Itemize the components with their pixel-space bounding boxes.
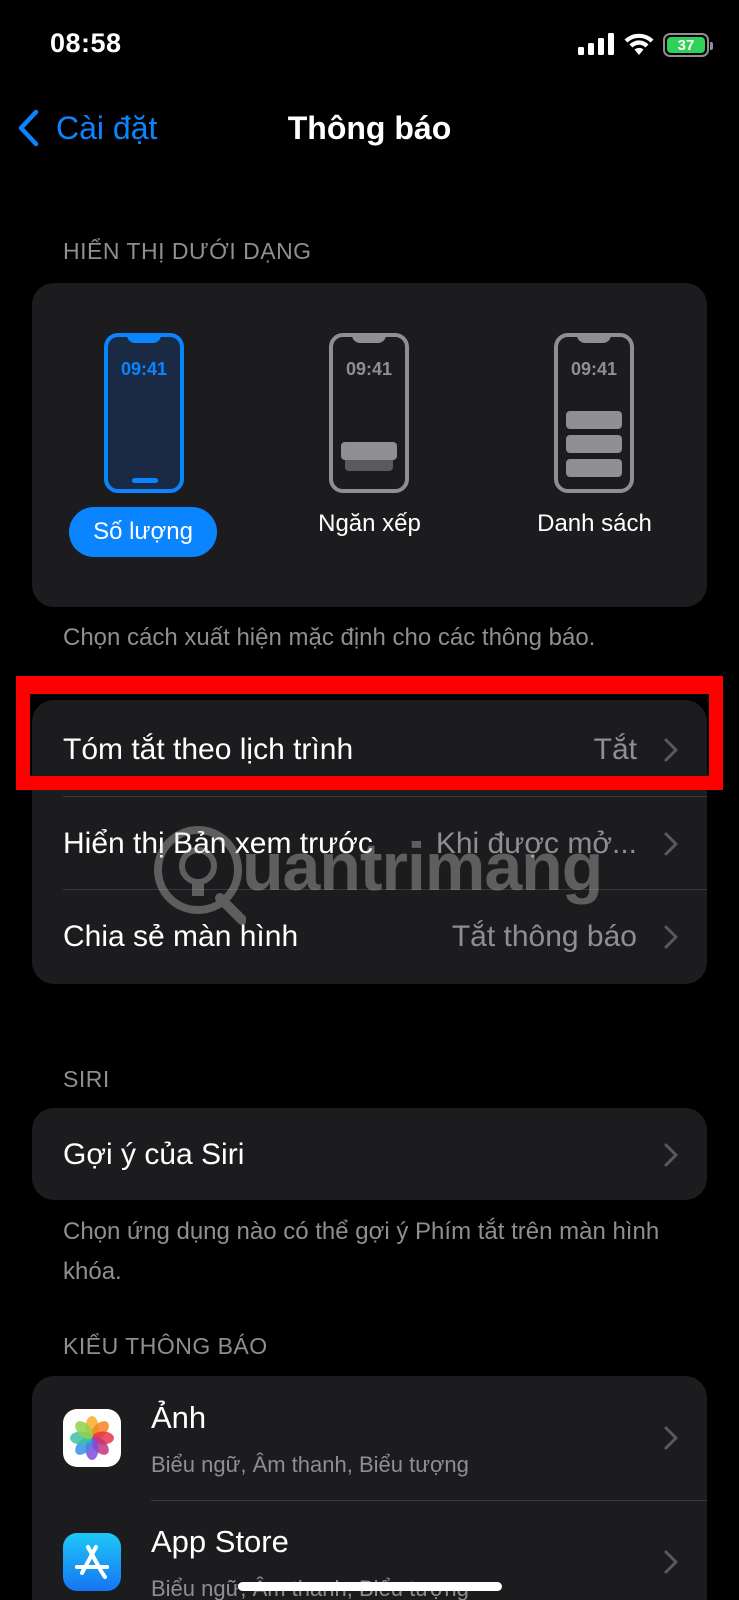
photos-icon <box>63 1409 121 1467</box>
row-label: Chia sẻ màn hình <box>63 919 299 953</box>
status-time: 08:58 <box>50 28 122 58</box>
display-option-label: Ngăn xếp <box>318 510 421 537</box>
siri-footer-note: Chọn ứng dụng nào có thể gợi ý Phím tắt … <box>63 1218 660 1285</box>
phone-stack-preview: 09:41 <box>329 333 409 493</box>
row-label: Tóm tắt theo lịch trình <box>63 732 354 766</box>
siri-suggestions-row[interactable]: Gợi ý của Siri <box>32 1108 707 1200</box>
row-value: Tắt thông báo <box>451 919 637 953</box>
display-option-label: Số lượng <box>69 507 217 557</box>
chevron-right-icon <box>664 1550 678 1574</box>
cellular-signal-icon <box>578 33 614 55</box>
row-label: Gợi ý của Siri <box>63 1137 245 1171</box>
chevron-right-icon <box>664 832 678 855</box>
battery-icon: 37 <box>663 33 713 57</box>
wifi-icon <box>624 33 654 55</box>
app-store-icon <box>63 1533 121 1591</box>
chevron-right-icon <box>664 738 678 761</box>
siri-card: Gợi ý của Siri <box>32 1108 707 1200</box>
app-name: App Store <box>151 1524 289 1559</box>
navigation-bar: Cài đặt Thông báo <box>0 100 739 160</box>
display-option-list[interactable]: 09:41 Danh sách <box>482 283 707 607</box>
display-option-count[interactable]: 09:41 Số lượng <box>32 283 257 607</box>
show-previews-row[interactable]: Hiển thị Bản xem trước Khi được mở... <box>32 797 707 890</box>
screen-sharing-row[interactable]: Chia sẻ màn hình Tắt thông báo <box>32 890 707 983</box>
notification-style-header: KIỂU THÔNG BÁO <box>63 1333 268 1359</box>
display-footer-note: Chọn cách xuất hiện mặc định cho các thô… <box>63 624 596 651</box>
row-value: Khi được mở... <box>435 826 637 860</box>
page-title: Thông báo <box>287 110 452 146</box>
notification-settings-card: Tóm tắt theo lịch trình Tắt Hiển thị Bản… <box>32 700 707 984</box>
app-name: Ảnh <box>151 1400 207 1435</box>
row-value: Tắt <box>593 732 637 766</box>
app-list-card: Ảnh Biểu ngữ, Âm thanh, Biểu tượng App S… <box>32 1376 707 1600</box>
app-row-photos[interactable]: Ảnh Biểu ngữ, Âm thanh, Biểu tượng <box>32 1376 707 1500</box>
phone-list-preview: 09:41 <box>554 333 634 493</box>
battery-level: 37 <box>667 37 705 54</box>
display-style-card: 09:41 Số lượng 09:41 Ngăn xếp 09:41 Danh… <box>32 283 707 607</box>
phone-count-preview: 09:41 <box>104 333 184 493</box>
status-bar: 08:58 37 <box>0 0 739 90</box>
chevron-right-icon <box>664 925 678 948</box>
display-option-label: Danh sách <box>537 510 652 537</box>
chevron-right-icon <box>664 1143 678 1166</box>
app-detail: Biểu ngữ, Âm thanh, Biểu tượng <box>151 1452 469 1477</box>
siri-section-header: SIRI <box>63 1066 110 1092</box>
scheduled-summary-row[interactable]: Tóm tắt theo lịch trình Tắt <box>32 703 707 796</box>
chevron-right-icon <box>664 1426 678 1450</box>
home-indicator[interactable] <box>238 1582 502 1591</box>
row-label: Hiển thị Bản xem trước <box>63 826 373 860</box>
display-section-header: HIỂN THỊ DƯỚI DẠNG <box>63 238 312 264</box>
display-option-stack[interactable]: 09:41 Ngăn xếp <box>257 283 482 607</box>
